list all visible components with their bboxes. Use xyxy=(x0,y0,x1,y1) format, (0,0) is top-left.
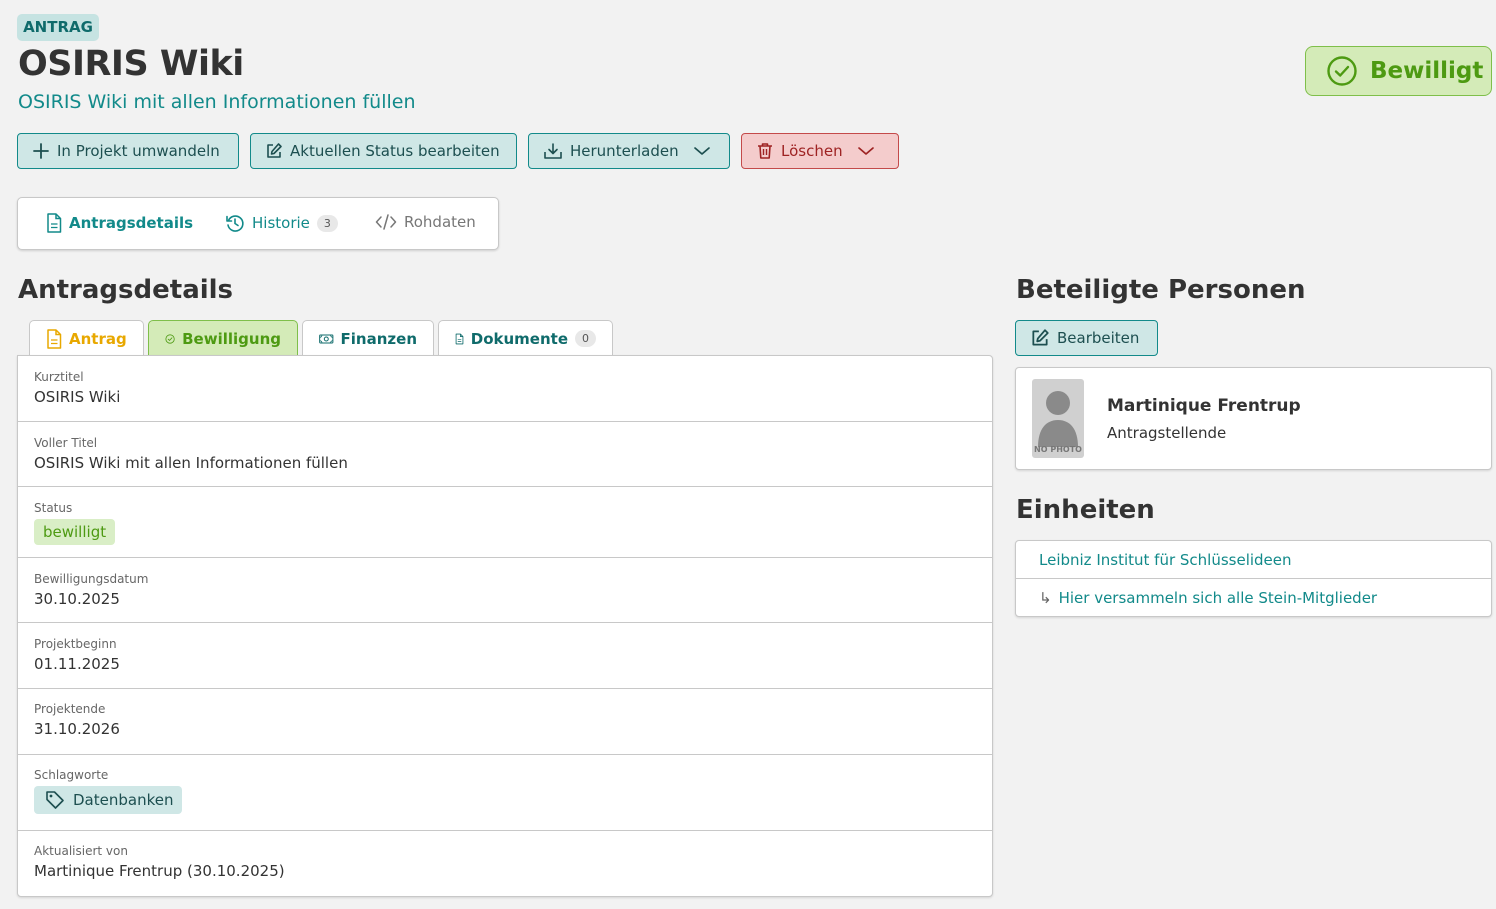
units-list: Leibniz Institut für Schlüsselideen ↳ Hi… xyxy=(1015,540,1492,617)
field-label: Kurztitel xyxy=(34,370,84,384)
edit-status-button[interactable]: Aktuellen Status bearbeiten xyxy=(250,133,517,169)
code-icon xyxy=(375,214,397,230)
page-title: OSIRIS Wiki xyxy=(18,44,244,84)
subtab-antrag[interactable]: Antrag xyxy=(29,320,144,356)
subtab-dokumente[interactable]: Dokumente 0 xyxy=(438,320,613,356)
field-kurztitel: Kurztitel OSIRIS Wiki xyxy=(18,356,992,422)
field-label: Voller Titel xyxy=(34,436,98,450)
keyword-tag[interactable]: Datenbanken xyxy=(34,786,183,814)
subtab-finanzen-label: Finanzen xyxy=(340,329,417,348)
edit-status-label: Aktuellen Status bearbeiten xyxy=(290,142,500,160)
status-badge-label: Bewilligt xyxy=(1370,58,1484,84)
document-icon xyxy=(47,328,62,349)
keyword-tag-label: Datenbanken xyxy=(73,791,174,809)
download-button[interactable]: Herunterladen xyxy=(528,133,730,169)
tab-historie[interactable]: Historie 3 xyxy=(225,213,338,233)
field-schlagworte: Schlagworte Datenbanken xyxy=(18,755,992,831)
unit-item-label: Hier versammeln sich alle Stein-Mitglied… xyxy=(1058,589,1378,607)
no-photo-label: NO PHOTO xyxy=(1034,445,1082,454)
person-card[interactable]: NO PHOTO Martinique Frentrup Antragstell… xyxy=(1015,367,1492,470)
field-projektende: Projektende 31.10.2026 xyxy=(18,689,992,755)
field-label: Aktualisiert von xyxy=(34,844,128,858)
field-value: OSIRIS Wiki mit allen Informationen füll… xyxy=(34,454,348,472)
chevron-down-icon xyxy=(857,147,874,155)
subunit-arrow-icon: ↳ xyxy=(1039,589,1052,607)
convert-to-project-button[interactable]: In Projekt umwandeln xyxy=(17,133,239,169)
field-value: Martinique Frentrup (30.10.2025) xyxy=(34,862,285,880)
subtab-finanzen[interactable]: Finanzen xyxy=(302,320,434,356)
field-label: Projektende xyxy=(34,702,106,716)
delete-button[interactable]: Löschen xyxy=(741,133,899,169)
status-badge: Bewilligt xyxy=(1305,46,1492,96)
unit-item[interactable]: ↳ Hier versammeln sich alle Stein-Mitgli… xyxy=(1016,579,1491,617)
field-bewilligungsdatum: Bewilligungsdatum 30.10.2025 xyxy=(18,558,992,623)
field-label: Status xyxy=(34,501,73,515)
field-value: 30.10.2025 xyxy=(34,590,120,608)
check-circle-icon xyxy=(1327,56,1357,86)
avatar: NO PHOTO xyxy=(1032,379,1084,458)
document-icon xyxy=(47,213,62,233)
unit-item[interactable]: Leibniz Institut für Schlüsselideen xyxy=(1016,541,1491,579)
person-role: Antragstellende xyxy=(1107,424,1227,442)
download-icon xyxy=(544,143,562,159)
field-label: Schlagworte xyxy=(34,768,109,782)
subtab-bewilligung[interactable]: Bewilligung xyxy=(148,320,298,356)
unit-item-label: Leibniz Institut für Schlüsselideen xyxy=(1039,550,1292,569)
chevron-down-icon xyxy=(693,147,710,155)
history-count-badge: 3 xyxy=(316,214,338,232)
field-label: Bewilligungsdatum xyxy=(34,572,149,586)
details-heading: Antragsdetails xyxy=(18,275,234,305)
field-value: 01.11.2025 xyxy=(34,655,120,673)
status-pill: bewilligt xyxy=(34,519,116,545)
download-label: Herunterladen xyxy=(570,142,679,160)
tab-historie-label: Historie xyxy=(252,214,310,232)
tab-rohdaten[interactable]: Rohdaten xyxy=(375,213,476,231)
field-voller-titel: Voller Titel OSIRIS Wiki mit allen Infor… xyxy=(18,422,992,487)
subtab-bewilligung-label: Bewilligung xyxy=(182,329,281,348)
check-circle-icon xyxy=(165,333,175,344)
trash-icon xyxy=(758,143,772,159)
page-subtitle: OSIRIS Wiki mit allen Informationen füll… xyxy=(18,91,416,113)
convert-to-project-label: In Projekt umwandeln xyxy=(57,142,220,160)
field-status: Status bewilligt xyxy=(18,487,992,558)
tab-rohdaten-label: Rohdaten xyxy=(404,213,476,231)
edit-persons-button[interactable]: Bearbeiten xyxy=(1015,320,1158,356)
subtab-dokumente-label: Dokumente xyxy=(470,329,568,348)
type-badge: ANTRAG xyxy=(17,14,99,41)
field-projektbeginn: Projektbeginn 01.11.2025 xyxy=(18,623,992,689)
subtab-antrag-label: Antrag xyxy=(69,329,127,348)
dokumente-count-badge: 0 xyxy=(575,330,596,347)
person-name: Martinique Frentrup xyxy=(1107,396,1301,416)
details-card: Kurztitel OSIRIS Wiki Voller Titel OSIRI… xyxy=(17,355,993,897)
tag-icon xyxy=(46,791,64,809)
edit-icon xyxy=(1032,329,1049,346)
field-value: OSIRIS Wiki xyxy=(34,388,121,406)
field-label: Projektbeginn xyxy=(34,637,117,651)
history-icon xyxy=(226,215,244,232)
field-aktualisiert-von: Aktualisiert von Martinique Frentrup (30… xyxy=(18,831,992,897)
tab-antragsdetails[interactable]: Antragsdetails xyxy=(46,213,193,233)
edit-icon xyxy=(267,143,282,158)
money-icon xyxy=(319,334,334,343)
main-tab-bar: Antragsdetails Historie 3 Rohdaten xyxy=(17,197,499,250)
edit-persons-label: Bearbeiten xyxy=(1057,329,1140,347)
units-heading: Einheiten xyxy=(1016,495,1155,525)
field-value: 31.10.2026 xyxy=(34,720,120,738)
plus-icon xyxy=(33,143,49,159)
delete-label: Löschen xyxy=(781,142,843,160)
persons-heading: Beteiligte Personen xyxy=(1016,275,1306,305)
document-icon xyxy=(455,333,464,344)
tab-antragsdetails-label: Antragsdetails xyxy=(69,214,194,232)
